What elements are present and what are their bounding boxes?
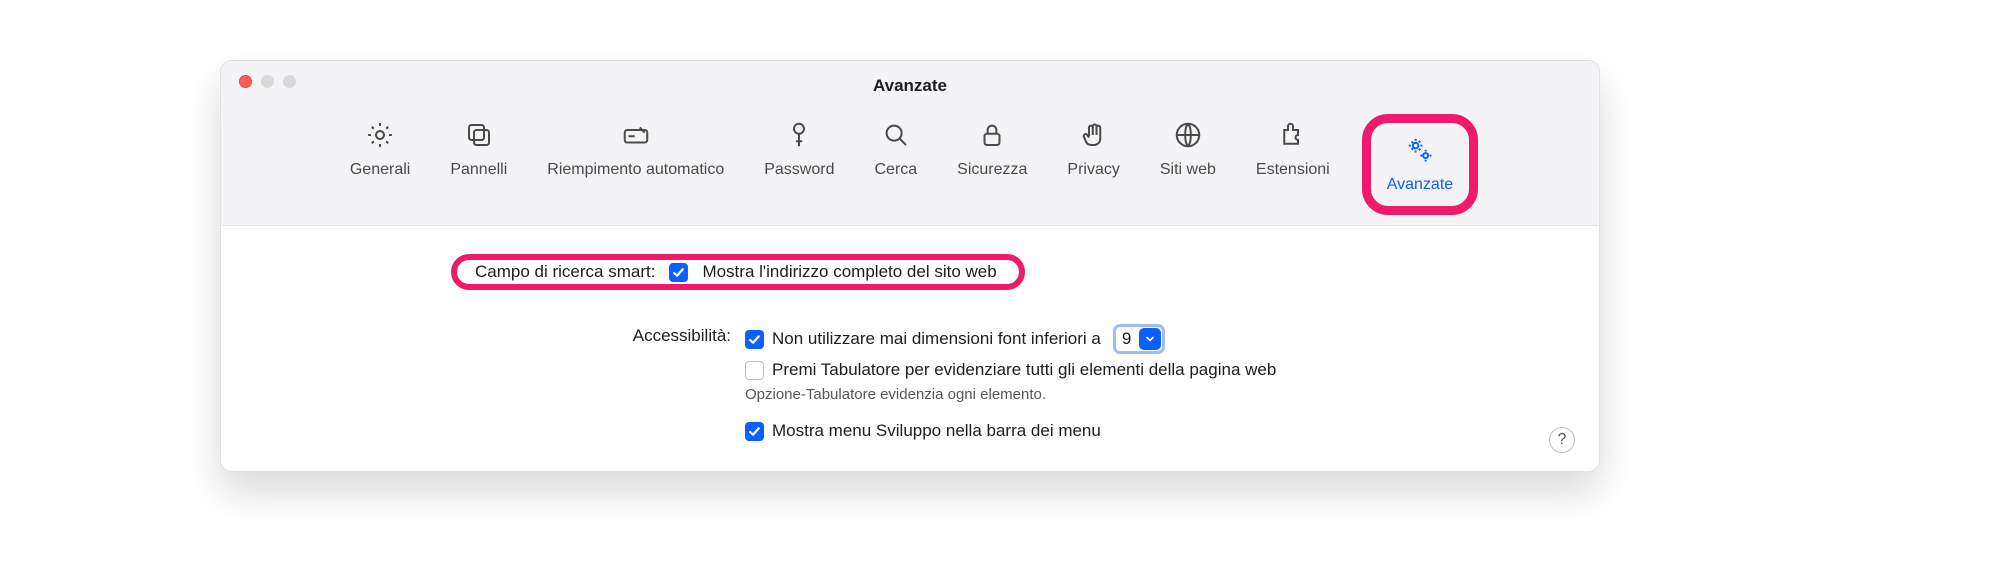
tab-websites[interactable]: Siti web bbox=[1152, 114, 1224, 215]
tab-label: Riempimento automatico bbox=[547, 161, 724, 179]
tab-label: Password bbox=[764, 161, 834, 179]
tab-highlight-hint: Opzione-Tabulatore evidenzia ogni elemen… bbox=[745, 386, 1569, 403]
puzzle-icon bbox=[1278, 120, 1308, 155]
help-button[interactable]: ? bbox=[1549, 427, 1575, 453]
tab-highlight-label: Premi Tabulatore per evidenziare tutti g… bbox=[772, 360, 1276, 380]
tab-highlight-checkbox[interactable] bbox=[745, 361, 764, 380]
content-area: Campo di ricerca smart: Mostra l'indiriz… bbox=[221, 226, 1599, 471]
preferences-toolbar: Generali Pannelli Riem bbox=[221, 96, 1599, 215]
tab-extensions[interactable]: Estensioni bbox=[1248, 114, 1338, 215]
highlight-advanced-tab: Avanzate bbox=[1362, 114, 1478, 215]
tab-label: Estensioni bbox=[1256, 161, 1330, 179]
tab-label: Siti web bbox=[1160, 161, 1216, 179]
min-font-stepper[interactable]: 9 bbox=[1113, 324, 1165, 354]
accessibility-label: Accessibilità: bbox=[251, 324, 731, 346]
show-full-url-checkbox[interactable] bbox=[669, 263, 688, 282]
highlight-smart-search: Campo di ricerca smart: Mostra l'indiriz… bbox=[451, 254, 1025, 290]
gear-icon bbox=[365, 120, 395, 155]
maximize-window-button[interactable] bbox=[283, 75, 296, 88]
lock-icon bbox=[977, 120, 1007, 155]
tab-search[interactable]: Cerca bbox=[866, 114, 925, 215]
accessibility-row: Accessibilità: Non utilizzare mai dimens… bbox=[251, 324, 1569, 447]
preferences-window: Avanzate Generali Panne bbox=[220, 60, 1600, 472]
tab-label: Sicurezza bbox=[957, 161, 1027, 179]
tab-general[interactable]: Generali bbox=[342, 114, 418, 215]
hand-icon bbox=[1079, 120, 1109, 155]
titlebar: Avanzate Generali Panne bbox=[221, 61, 1599, 226]
tab-autofill[interactable]: Riempimento automatico bbox=[539, 114, 732, 215]
stepper-dropdown-icon[interactable] bbox=[1139, 328, 1161, 350]
tab-label: Cerca bbox=[874, 161, 917, 179]
minimize-window-button[interactable] bbox=[261, 75, 274, 88]
min-font-checkbox[interactable] bbox=[745, 330, 764, 349]
tab-advanced[interactable]: Avanzate bbox=[1379, 129, 1461, 200]
tab-label: Pannelli bbox=[450, 161, 507, 179]
close-window-button[interactable] bbox=[239, 75, 252, 88]
min-font-value: 9 bbox=[1122, 329, 1138, 349]
develop-menu-label: Mostra menu Sviluppo nella barra dei men… bbox=[772, 421, 1101, 441]
tab-password[interactable]: Password bbox=[756, 114, 842, 215]
panels-icon bbox=[464, 120, 494, 155]
smart-search-label: Campo di ricerca smart: bbox=[475, 262, 655, 282]
autofill-icon bbox=[621, 120, 651, 155]
develop-menu-checkbox[interactable] bbox=[745, 422, 764, 441]
tab-label: Generali bbox=[350, 161, 410, 179]
tab-privacy[interactable]: Privacy bbox=[1059, 114, 1127, 215]
search-icon bbox=[881, 120, 911, 155]
window-title: Avanzate bbox=[221, 76, 1599, 96]
gears-icon bbox=[1405, 135, 1435, 170]
tab-label: Avanzate bbox=[1387, 176, 1453, 194]
tab-panels[interactable]: Pannelli bbox=[442, 114, 515, 215]
key-icon bbox=[784, 120, 814, 155]
help-icon: ? bbox=[1558, 431, 1567, 449]
show-full-url-label: Mostra l'indirizzo completo del sito web bbox=[702, 262, 996, 282]
tab-security[interactable]: Sicurezza bbox=[949, 114, 1035, 215]
smart-search-row: Campo di ricerca smart: Mostra l'indiriz… bbox=[251, 252, 1569, 290]
globe-icon bbox=[1173, 120, 1203, 155]
tab-label: Privacy bbox=[1067, 161, 1119, 179]
min-font-label: Non utilizzare mai dimensioni font infer… bbox=[772, 329, 1101, 349]
